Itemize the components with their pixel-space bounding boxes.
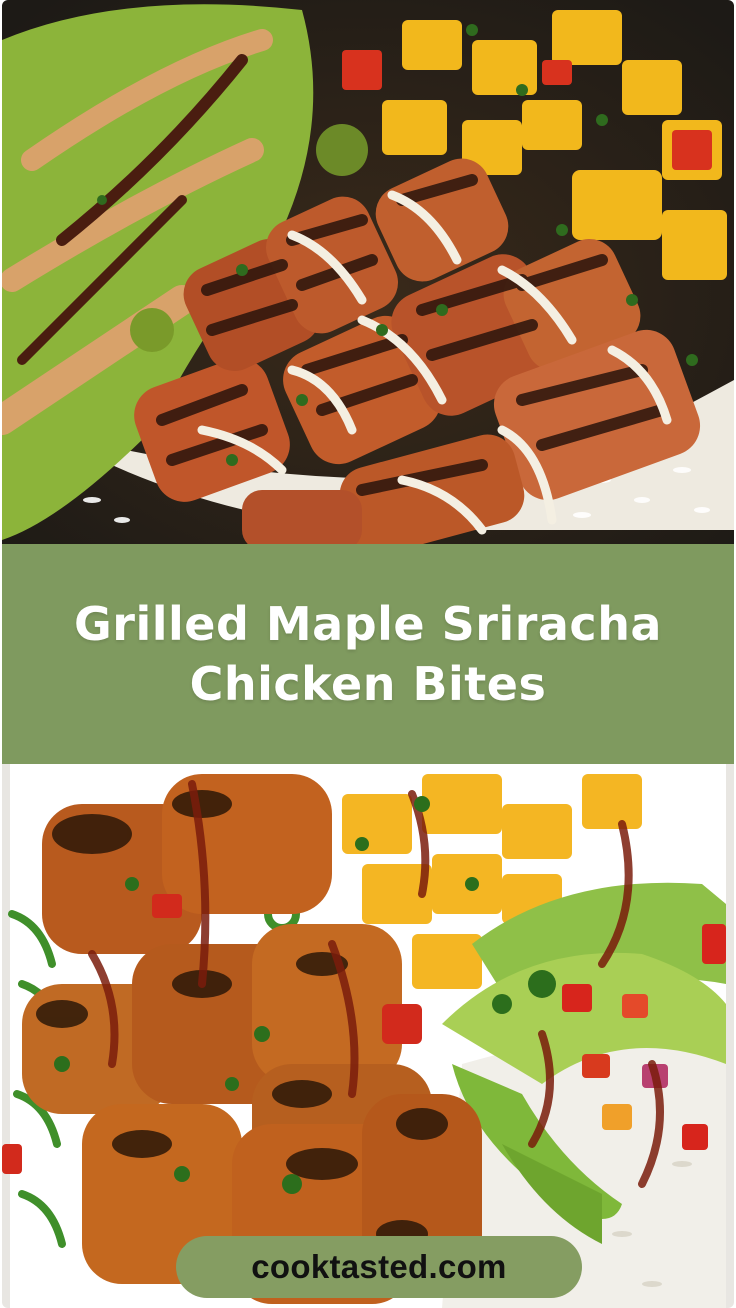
bottom-food-illustration	[2, 764, 734, 1308]
website-url[interactable]: cooktasted.com	[251, 1248, 506, 1286]
bottom-food-photo	[2, 764, 734, 1308]
recipe-title-line-2: Chicken Bites	[189, 657, 547, 711]
recipe-pin: Grilled Maple Sriracha Chicken Bites coo…	[0, 0, 736, 1308]
recipe-title-line-1: Grilled Maple Sriracha	[74, 597, 662, 651]
title-banner: Grilled Maple Sriracha Chicken Bites	[2, 544, 734, 764]
top-food-photo	[2, 0, 734, 544]
top-food-illustration	[2, 0, 734, 544]
website-badge[interactable]: cooktasted.com	[176, 1236, 582, 1298]
